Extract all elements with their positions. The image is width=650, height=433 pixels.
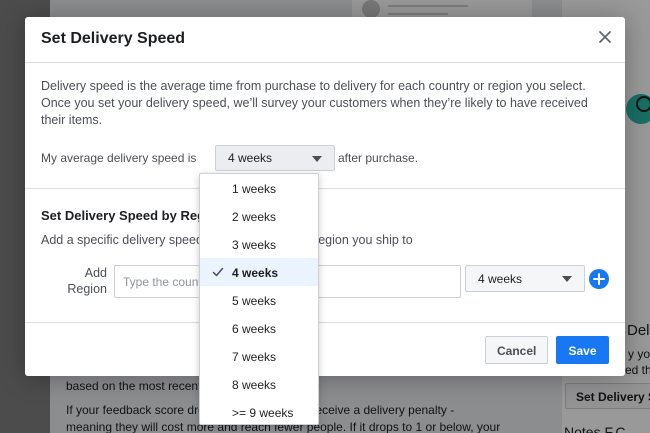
dropdown-option[interactable]: 6 weeks xyxy=(200,314,318,342)
dropdown-option[interactable]: 8 weeks xyxy=(200,370,318,398)
speed-dropdown-menu: 1 weeks 2 weeks 3 weeks 4 weeks 5 weeks … xyxy=(199,173,319,425)
dropdown-option[interactable]: 5 weeks xyxy=(200,286,318,314)
dropdown-option[interactable]: 2 weeks xyxy=(200,202,318,230)
speed-after-label: after purchase. xyxy=(338,151,419,165)
region-speed-value: 4 weeks xyxy=(478,272,523,286)
dialog-description: Delivery speed is the average time from … xyxy=(41,79,588,127)
delivery-speed-dialog: Set Delivery Speed Delivery speed is the… xyxy=(25,17,625,376)
dialog-header: Set Delivery Speed xyxy=(25,17,625,63)
dropdown-option[interactable]: 3 weeks xyxy=(200,230,318,258)
plus-icon xyxy=(593,273,605,285)
section-divider xyxy=(25,188,625,189)
speed-select[interactable]: 4 weeks xyxy=(215,145,335,171)
add-region-label-line: Add xyxy=(84,266,107,280)
cancel-button[interactable]: Cancel xyxy=(485,336,548,364)
checkmark-icon xyxy=(212,267,224,277)
footer-divider xyxy=(25,322,625,323)
save-button[interactable]: Save xyxy=(556,336,609,364)
dropdown-option[interactable]: 1 weeks xyxy=(200,174,318,202)
close-icon[interactable] xyxy=(597,29,613,45)
add-region-label-line: Region xyxy=(67,282,107,296)
dropdown-option[interactable]: >= 9 weeks xyxy=(200,398,318,426)
add-region-button[interactable] xyxy=(589,269,609,289)
chevron-down-icon xyxy=(312,156,322,162)
chevron-down-icon xyxy=(562,276,572,282)
speed-select-value: 4 weeks xyxy=(228,151,273,165)
region-section-title: Set Delivery Speed by Region xyxy=(41,208,225,223)
add-region-label: Add Region xyxy=(65,265,107,297)
dropdown-option[interactable]: 7 weeks xyxy=(200,342,318,370)
region-speed-select[interactable]: 4 weeks xyxy=(465,265,585,292)
speed-label: My average delivery speed is xyxy=(41,151,197,165)
dropdown-option-selected[interactable]: 4 weeks xyxy=(200,258,318,286)
dialog-title: Set Delivery Speed xyxy=(41,30,186,47)
